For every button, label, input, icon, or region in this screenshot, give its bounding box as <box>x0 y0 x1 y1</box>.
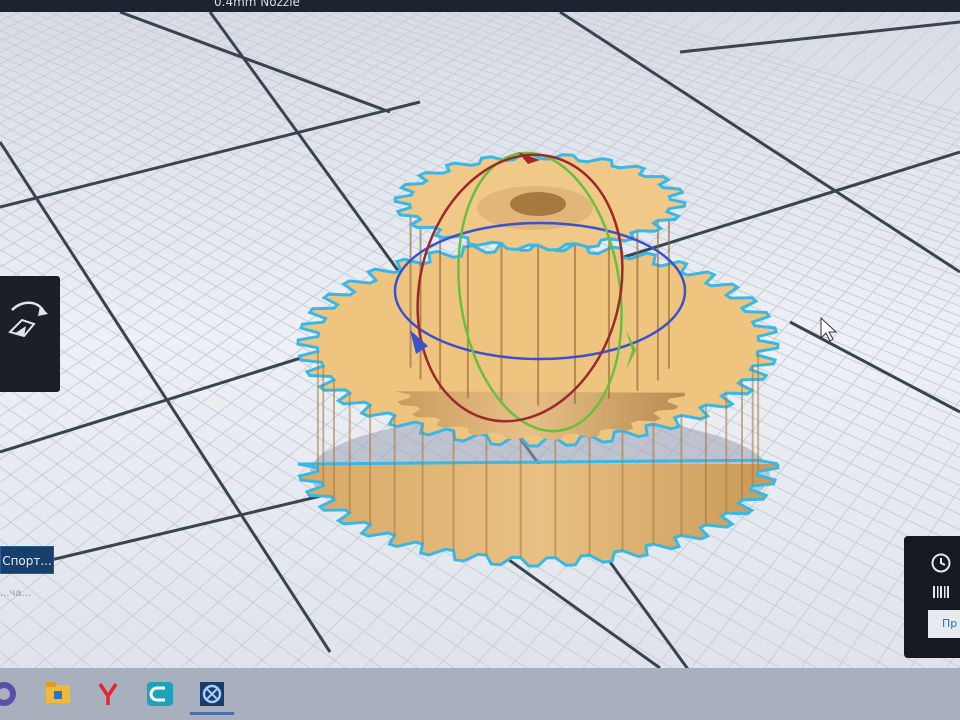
clock-icon <box>931 553 951 573</box>
rotate-tool-panel <box>0 276 60 392</box>
build-plate-scene[interactable] <box>0 12 960 668</box>
shaft-hole <box>510 192 566 216</box>
taskbar <box>0 668 960 720</box>
repetier-app-icon[interactable] <box>190 674 234 714</box>
active-app-indicator <box>190 712 234 715</box>
window-title-strip: 0.4mm Nozzle <box>0 0 960 12</box>
nozzle-label: 0.4mm Nozzle <box>214 0 300 9</box>
rotate-icon[interactable] <box>2 296 58 352</box>
status-text: ...ча... <box>0 588 32 599</box>
print-summary-panel: Пр <box>904 536 960 658</box>
cura-slicer-icon[interactable] <box>138 674 182 714</box>
preview-button[interactable]: Пр <box>928 610 960 638</box>
export-button[interactable]: Спорт... <box>0 546 54 574</box>
filament-spool-icon <box>933 586 949 598</box>
file-explorer-icon[interactable] <box>36 674 80 714</box>
3d-viewport[interactable]: Спорт... ...ча... Пр <box>0 12 960 668</box>
start-orb-icon[interactable] <box>0 674 26 714</box>
yandex-browser-icon[interactable] <box>86 674 130 714</box>
